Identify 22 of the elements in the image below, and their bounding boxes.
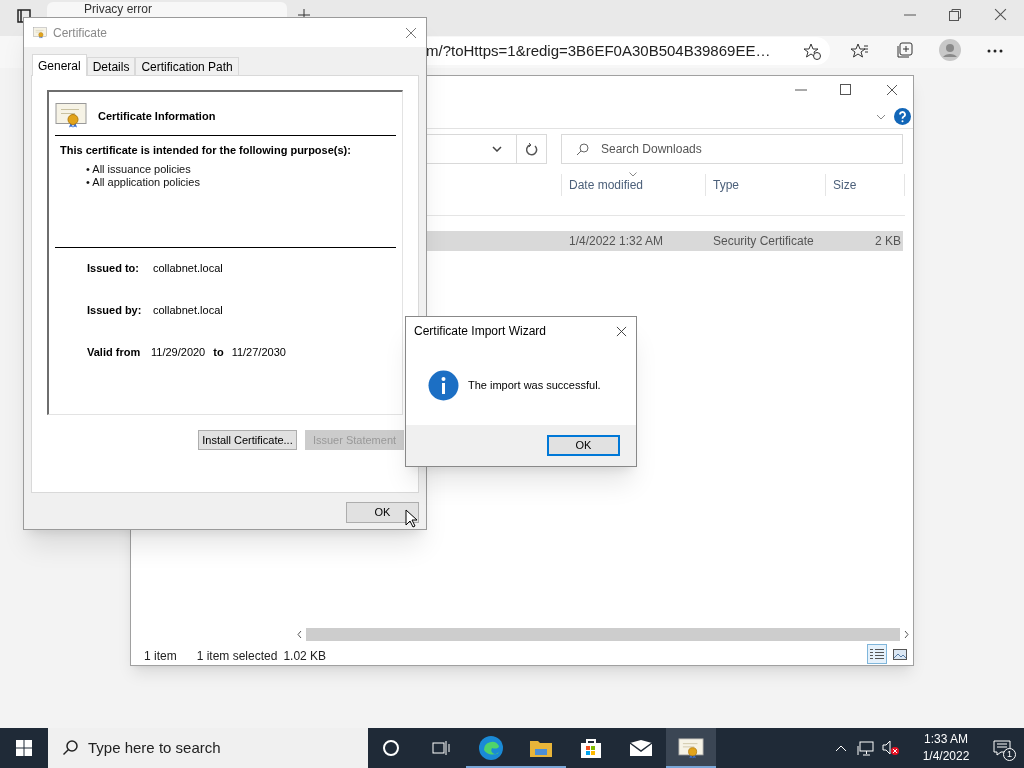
- valid-to-date: 11/27/2030: [231, 345, 286, 361]
- field-label: Valid from: [87, 345, 142, 361]
- notification-count: 1: [1003, 748, 1016, 761]
- selection-status: 1 item selected: [196, 648, 278, 665]
- size-cell-text: 2 KB: [874, 233, 901, 250]
- field-label: Issued by:: [87, 303, 143, 319]
- window-title: Certificate Import Wizard: [414, 323, 547, 340]
- window-title: Certificate: [53, 24, 108, 42]
- success-message: The import was successful.: [468, 377, 601, 393]
- purpose-item: • All application policies: [86, 175, 201, 189]
- field-value: collabnet.local: [153, 303, 223, 319]
- purpose-item: • All issuance policies: [86, 162, 192, 176]
- section-heading: Certificate Information: [98, 109, 216, 125]
- to-label: to: [213, 345, 224, 361]
- item-count: 1 item: [144, 648, 177, 665]
- field-value: collabnet.local: [153, 261, 223, 277]
- field-label: Issued to:: [87, 261, 140, 277]
- selection-size: 1.02 KB: [283, 648, 327, 665]
- type-cell-text: Security Certificate: [713, 233, 815, 250]
- date-cell-text: 1/4/2022 1:32 AM: [569, 233, 665, 250]
- purpose-heading: This certificate is intended for the following purpose(s):: [60, 143, 352, 158]
- valid-from-date: 11/29/2020: [151, 345, 206, 361]
